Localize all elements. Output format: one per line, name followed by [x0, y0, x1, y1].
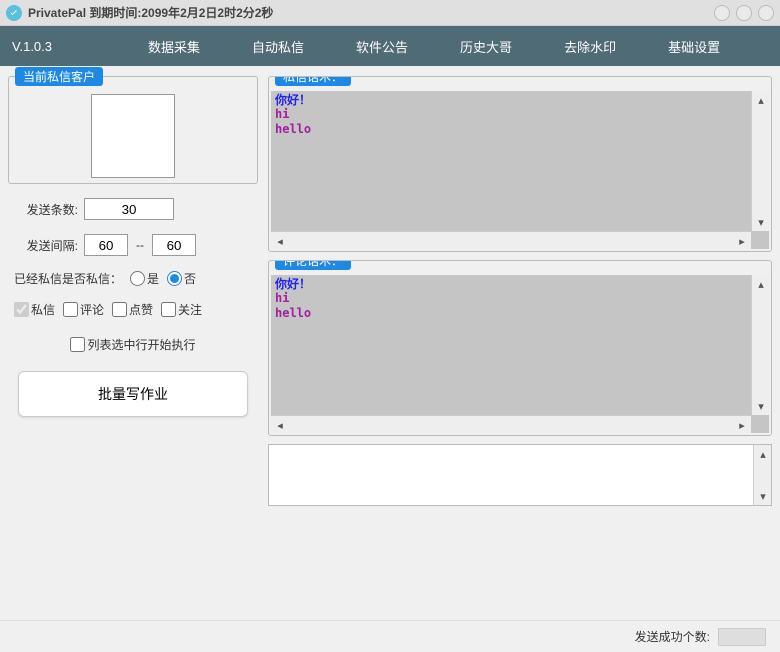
- current-customer-legend: 当前私信客户: [15, 67, 103, 86]
- start-from-selected-label: 列表选中行开始执行: [87, 336, 195, 353]
- dm-script-group: 私信话术： 你好！ hi hello ▴ ▾ ◂ ▸: [268, 76, 772, 252]
- tab-remove-watermark[interactable]: 去除水印: [538, 37, 642, 56]
- current-customer-group: 当前私信客户: [8, 76, 258, 184]
- scroll-up-icon[interactable]: ▴: [754, 445, 772, 463]
- dm-script-text[interactable]: 你好！ hi hello ▴ ▾ ◂ ▸: [271, 91, 769, 249]
- scroll-up-icon[interactable]: ▴: [752, 91, 769, 109]
- scroll-left-icon[interactable]: ◂: [271, 416, 289, 433]
- maximize-button[interactable]: [736, 5, 752, 21]
- dm-check-label: 私信: [31, 301, 55, 318]
- send-count-label: 发送条数:: [14, 201, 78, 218]
- scroll-right-icon[interactable]: ▸: [733, 416, 751, 433]
- tab-history[interactable]: 历史大哥: [434, 37, 538, 56]
- success-count-value: [718, 628, 766, 646]
- follow-checkbox[interactable]: [161, 302, 176, 317]
- log-text[interactable]: ▴ ▾: [268, 444, 772, 506]
- interval-sep: --: [134, 238, 146, 252]
- already-dm-label: 已经私信是否私信：: [14, 270, 122, 287]
- scrollbar-vertical[interactable]: ▴ ▾: [753, 445, 771, 505]
- title-bar: PrivatePal 到期时间:2099年2月2日2时2分2秒: [0, 0, 780, 26]
- send-interval-label: 发送间隔:: [14, 237, 78, 254]
- window-controls: [714, 5, 774, 21]
- version-label: V.1.0.3: [12, 39, 122, 54]
- status-bar: 发送成功个数:: [0, 620, 780, 652]
- comment-check-label: 评论: [80, 301, 104, 318]
- like-checkbox[interactable]: [112, 302, 127, 317]
- already-dm-no-radio[interactable]: [167, 271, 182, 286]
- scrollbar-horizontal[interactable]: ◂ ▸: [271, 415, 751, 433]
- scroll-down-icon[interactable]: ▾: [752, 213, 769, 231]
- scroll-up-icon[interactable]: ▴: [752, 275, 769, 293]
- tab-settings[interactable]: 基础设置: [642, 37, 746, 56]
- comment-script-text[interactable]: 你好！ hi hello ▴ ▾ ◂ ▸: [271, 275, 769, 433]
- window-title: PrivatePal 到期时间:2099年2月2日2时2分2秒: [28, 4, 273, 21]
- scroll-left-icon[interactable]: ◂: [271, 232, 289, 249]
- scrollbar-horizontal[interactable]: ◂ ▸: [271, 231, 751, 249]
- app-icon: [6, 5, 22, 21]
- comment-checkbox[interactable]: [63, 302, 78, 317]
- tab-announce[interactable]: 软件公告: [330, 37, 434, 56]
- scroll-right-icon[interactable]: ▸: [733, 232, 751, 249]
- comment-script-legend: 评论话术：: [275, 260, 351, 270]
- scroll-down-icon[interactable]: ▾: [754, 487, 772, 505]
- send-interval-to-input[interactable]: [152, 234, 196, 256]
- minimize-button[interactable]: [714, 5, 730, 21]
- comment-script-group: 评论话术： 你好！ hi hello ▴ ▾ ◂ ▸: [268, 260, 772, 436]
- start-from-selected-checkbox[interactable]: [70, 337, 85, 352]
- scroll-down-icon[interactable]: ▾: [752, 397, 769, 415]
- like-check-label: 点赞: [129, 301, 153, 318]
- batch-write-button[interactable]: 批量写作业: [18, 371, 248, 417]
- nav-bar: V.1.0.3 数据采集 自动私信 软件公告 历史大哥 去除水印 基础设置: [0, 26, 780, 66]
- tab-data-collect[interactable]: 数据采集: [122, 37, 226, 56]
- close-button[interactable]: [758, 5, 774, 21]
- tab-auto-dm[interactable]: 自动私信: [226, 37, 330, 56]
- already-dm-yes-radio[interactable]: [130, 271, 145, 286]
- yes-label: 是: [147, 270, 159, 287]
- dm-checkbox[interactable]: [14, 302, 29, 317]
- send-count-input[interactable]: [84, 198, 174, 220]
- scrollbar-vertical[interactable]: ▴ ▾: [751, 275, 769, 415]
- dm-script-legend: 私信话术：: [275, 76, 351, 86]
- customer-avatar: [91, 94, 175, 178]
- send-interval-from-input[interactable]: [84, 234, 128, 256]
- follow-check-label: 关注: [178, 301, 202, 318]
- success-count-label: 发送成功个数:: [635, 628, 710, 645]
- scrollbar-vertical[interactable]: ▴ ▾: [751, 91, 769, 231]
- no-label: 否: [184, 270, 196, 287]
